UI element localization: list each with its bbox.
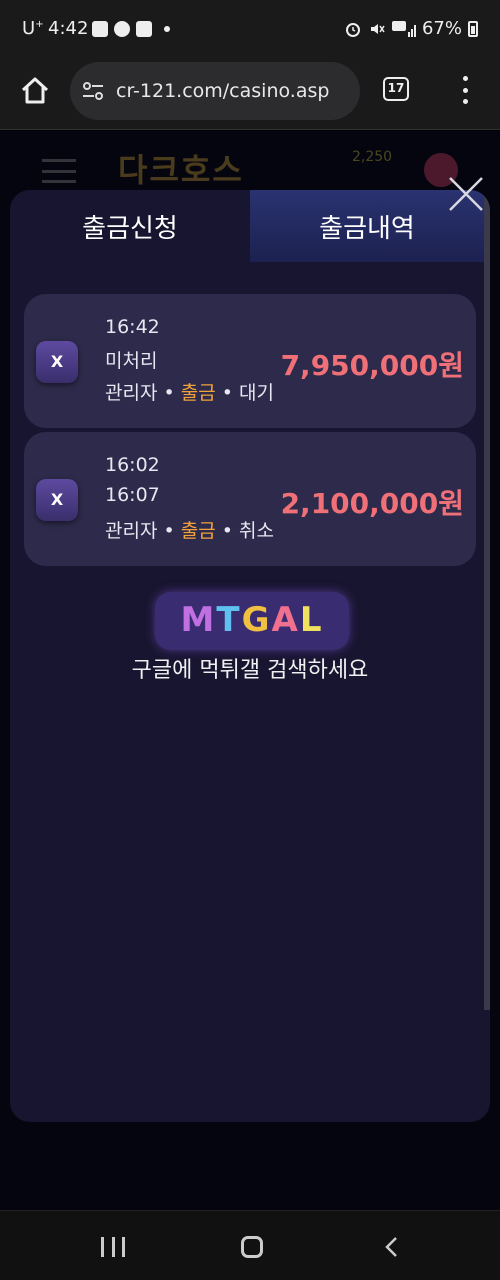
separator: • — [221, 520, 233, 542]
delete-record-button[interactable]: X — [36, 479, 78, 521]
back-icon[interactable] — [380, 1235, 404, 1259]
record-processed-time: 16:07 — [105, 484, 160, 506]
status-time: 4:42 — [48, 18, 89, 39]
record-state: 대기 — [239, 382, 275, 404]
system-icons: 67% — [344, 18, 478, 39]
separator: • — [163, 382, 175, 404]
battery-percent: 67% — [421, 18, 462, 39]
more-menu-icon[interactable] — [455, 74, 475, 106]
notification-icons — [92, 20, 170, 38]
delete-record-button[interactable]: X — [36, 341, 78, 383]
record-time: 16:42 — [105, 316, 160, 338]
menu-icon[interactable] — [42, 159, 76, 183]
close-icon[interactable] — [446, 174, 486, 214]
b-app-notification-icon — [136, 21, 152, 37]
record-admin: 관리자 — [105, 520, 158, 542]
site-logo: 다크호스 — [118, 151, 244, 189]
record-meta: 관리자 • 출금 • 대기 — [105, 378, 274, 405]
browser-toolbar: cr-121.com/casino.asp 17 — [0, 58, 500, 130]
watermark-text: 구글에 먹튀갤 검색하세요 — [131, 658, 369, 683]
mtgal-logo: MTGAL — [155, 592, 349, 650]
status-bar: U+ 4:42 67% — [0, 0, 500, 58]
url-text: cr-121.com/casino.asp — [116, 80, 330, 102]
record-meta: 관리자 • 출금 • 취소 — [105, 516, 274, 543]
record-amount: 7,950,000원 — [280, 349, 464, 382]
balance-text: 2,250 — [352, 149, 393, 165]
home-icon[interactable] — [18, 74, 52, 108]
record-time: 16:02 — [105, 454, 160, 476]
tab-withdrawal-request[interactable]: 출금신청 — [10, 190, 250, 262]
scrollbar[interactable] — [484, 190, 490, 1010]
carrier-label: U+ — [22, 18, 44, 39]
history-record: X 16:02 16:07 관리자 • 출금 • 취소 2,100,000원 — [24, 432, 476, 566]
record-amount: 2,100,000원 — [280, 487, 464, 520]
record-state: 취소 — [239, 520, 275, 542]
5g-signal-icon — [391, 20, 416, 37]
more-notifications-icon — [164, 26, 170, 32]
tab-switcher-button[interactable]: 17 — [383, 77, 409, 101]
home-nav-icon[interactable] — [241, 1236, 263, 1258]
withdrawal-modal: 출금신청 출금내역 X 16:42 미처리 관리자 • 출금 • 대기 7,95… — [10, 190, 490, 1122]
image-notification-icon — [92, 21, 108, 37]
mute-icon — [370, 23, 385, 34]
battery-icon — [468, 20, 478, 37]
record-status-text: 미처리 — [105, 350, 158, 372]
talk-notification-icon — [114, 21, 130, 37]
mtgal-logo-letters: MTGAL — [180, 600, 324, 640]
site-settings-icon[interactable] — [82, 81, 104, 101]
record-type: 출금 — [180, 520, 216, 542]
alarm-icon — [345, 22, 360, 37]
history-record: X 16:42 미처리 관리자 • 출금 • 대기 7,950,000원 — [24, 294, 476, 428]
record-type: 출금 — [180, 382, 216, 404]
recent-apps-icon[interactable] — [101, 1237, 125, 1257]
system-nav-bar — [0, 1210, 500, 1280]
record-admin: 관리자 — [105, 382, 158, 404]
separator: • — [221, 382, 233, 404]
address-bar[interactable]: cr-121.com/casino.asp — [70, 62, 360, 120]
separator: • — [163, 520, 175, 542]
